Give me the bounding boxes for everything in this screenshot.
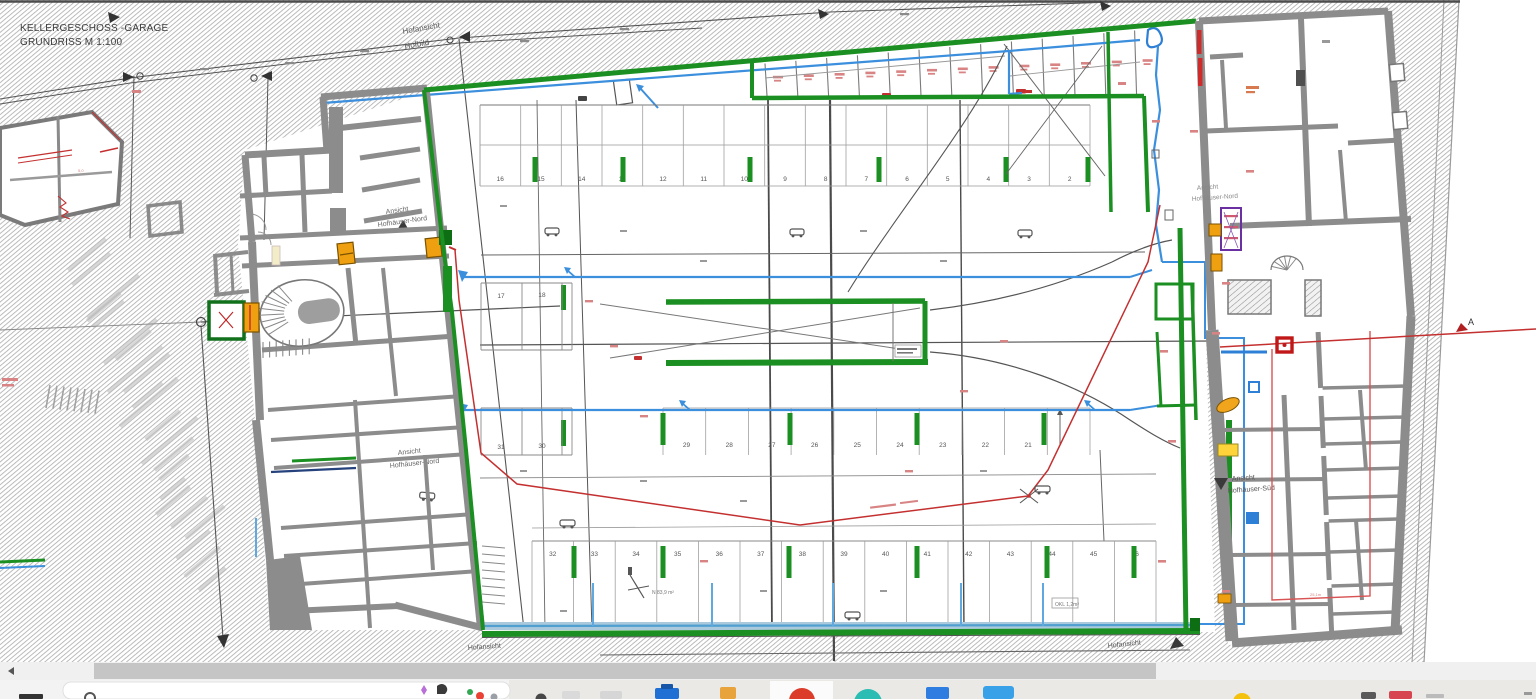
svg-text:7: 7 [864, 176, 868, 183]
svg-text:6: 6 [905, 176, 909, 183]
svg-text:15: 15 [537, 176, 545, 183]
svg-text:38: 38 [799, 551, 807, 558]
svg-text:9: 9 [783, 176, 787, 183]
svg-text:28: 28 [726, 442, 734, 449]
svg-text:14: 14 [578, 176, 586, 183]
svg-text:25,1m: 25,1m [1310, 592, 1322, 597]
svg-text:17: 17 [497, 293, 505, 300]
svg-text:37: 37 [757, 551, 765, 558]
svg-text:30: 30 [538, 443, 546, 450]
svg-text:31: 31 [497, 444, 505, 451]
svg-text:44: 44 [1048, 551, 1056, 558]
svg-text:35: 35 [674, 551, 682, 558]
svg-text:KELLERGESCHOSS -GARAGE: KELLERGESCHOSS -GARAGE [20, 23, 168, 34]
svg-text:2: 2 [1068, 176, 1072, 183]
svg-text:5,0: 5,0 [78, 168, 84, 173]
svg-text:18: 18 [538, 292, 546, 299]
svg-text:16: 16 [497, 176, 505, 183]
svg-text:8: 8 [824, 176, 828, 183]
svg-text:3: 3 [1027, 176, 1031, 183]
svg-text:26: 26 [811, 442, 819, 449]
svg-text:41: 41 [924, 551, 932, 558]
svg-text:40: 40 [882, 551, 890, 558]
svg-text:33: 33 [591, 551, 599, 558]
svg-text:12: 12 [659, 176, 667, 183]
svg-text:34: 34 [632, 551, 640, 558]
svg-text:Ansicht: Ansicht [1197, 184, 1219, 192]
svg-text:39: 39 [840, 551, 848, 558]
svg-text:GRUNDRISS M 1:100: GRUNDRISS M 1:100 [20, 37, 123, 48]
svg-text:45: 45 [1090, 551, 1098, 558]
svg-text:5: 5 [946, 176, 950, 183]
svg-text:11: 11 [700, 176, 707, 183]
svg-text:42: 42 [965, 551, 973, 558]
svg-text:A: A [1468, 317, 1474, 327]
svg-text:32: 32 [549, 551, 557, 558]
svg-text:OKL 1,2m²: OKL 1,2m² [1055, 602, 1079, 608]
svg-text:43: 43 [1007, 551, 1015, 558]
svg-text:24: 24 [896, 442, 904, 449]
svg-text:N 83,9 m²: N 83,9 m² [652, 590, 674, 596]
svg-text:29: 29 [683, 442, 691, 449]
svg-text:23: 23 [939, 442, 947, 449]
svg-text:22: 22 [982, 442, 990, 449]
svg-text:4: 4 [986, 176, 990, 183]
svg-text:25: 25 [854, 442, 862, 449]
svg-text:10: 10 [741, 176, 749, 183]
svg-text:36: 36 [716, 551, 724, 558]
svg-text:27: 27 [768, 442, 776, 449]
svg-text:21: 21 [1024, 442, 1032, 449]
